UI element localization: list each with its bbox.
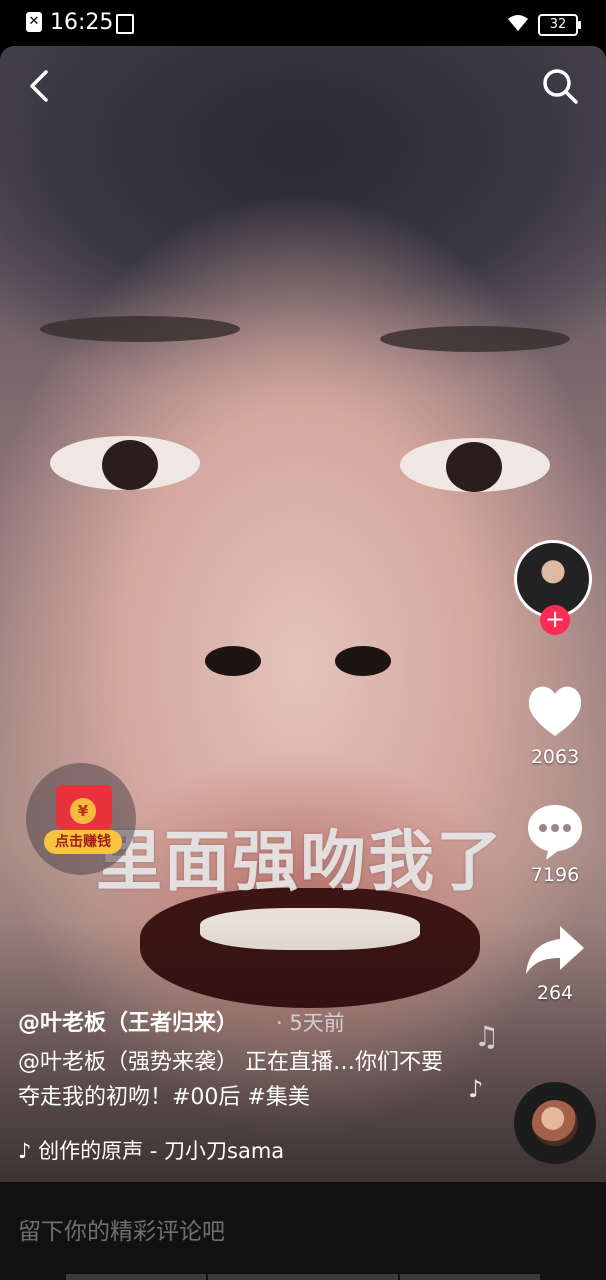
battery-icon: 32 — [538, 14, 581, 36]
share-icon[interactable] — [524, 920, 586, 982]
floating-note-icon: ♫ — [474, 1020, 500, 1053]
nav-hint — [400, 1274, 540, 1280]
share-count: 264 — [536, 982, 574, 1004]
battery-level: 32 — [549, 17, 567, 32]
face-eye-right — [400, 438, 550, 492]
author-name[interactable]: @叶老板（王者归来） — [18, 1005, 238, 1037]
comment-icon[interactable] — [524, 800, 586, 862]
nav-hint — [66, 1274, 206, 1280]
music-title: 创作的原声 - 刀小刀sama — [38, 1139, 285, 1163]
nav-hint — [208, 1274, 398, 1280]
status-bar: ✕ 16:25 32 — [0, 0, 606, 46]
music-note-icon: ♪ — [18, 1139, 39, 1163]
face-brow-left — [40, 316, 240, 342]
face-eye-left — [50, 436, 200, 490]
like-count: 2063 — [530, 746, 580, 768]
video-description[interactable]: @叶老板（强势来袭） 正在直播…你们不要夺走我的初吻！#00后 #集美 — [18, 1045, 458, 1115]
music-row[interactable]: ♪ 创作的原声 - 刀小刀sama — [18, 1135, 284, 1165]
notification-icon: ✕ — [26, 12, 42, 32]
music-disc-cover — [532, 1100, 578, 1146]
comment-input[interactable] — [0, 1196, 580, 1268]
post-time: · 5天前 — [276, 1011, 345, 1035]
face-nostril-left — [205, 646, 261, 676]
app-notification-icon — [116, 14, 134, 34]
face-nostril-right — [335, 646, 391, 676]
heart-icon[interactable] — [524, 680, 586, 742]
status-time: 16:25 — [50, 10, 114, 35]
red-packet-label[interactable]: 点击赚钱 — [44, 830, 122, 854]
follow-plus-icon[interactable]: + — [540, 605, 570, 635]
search-icon[interactable] — [540, 66, 580, 106]
back-icon[interactable] — [24, 66, 58, 106]
wifi-icon — [508, 15, 528, 31]
coin-icon: ¥ — [70, 798, 96, 824]
floating-note-icon: ♪ — [468, 1075, 484, 1103]
video-subtitle: 里面强吻我了 — [96, 823, 504, 900]
face-brow-right — [380, 326, 570, 352]
comment-count: 7196 — [530, 864, 580, 886]
